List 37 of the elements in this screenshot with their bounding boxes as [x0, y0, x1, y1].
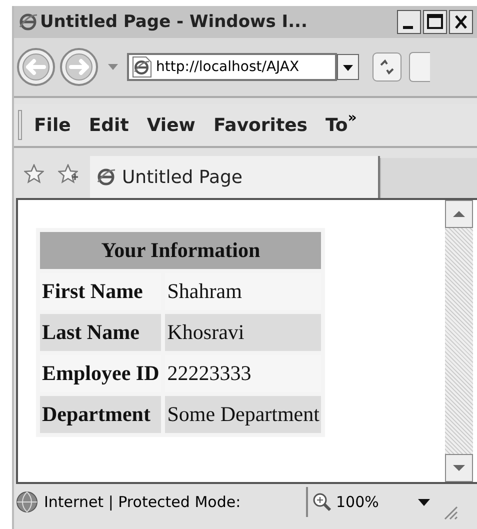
forward-icon[interactable]	[59, 47, 99, 87]
caret-icon	[418, 498, 430, 506]
field-value: Khosravi	[165, 314, 322, 351]
browser-logo-icon	[96, 167, 116, 187]
maximize-icon[interactable]	[423, 10, 447, 34]
zoom-control[interactable]: 100%	[312, 492, 438, 512]
globe-icon	[16, 491, 38, 513]
vertical-scrollbar[interactable]	[445, 200, 473, 482]
window-title: Untitled Page - Windows I...	[40, 12, 308, 32]
table-heading: Your Information	[40, 232, 322, 269]
refresh-icon[interactable]	[372, 52, 402, 82]
address-field[interactable]: http://localhost/AJAX	[127, 53, 337, 81]
menu-item[interactable]: View	[146, 114, 196, 136]
menu-item[interactable]: Favorites	[213, 114, 308, 136]
menu-item[interactable]: File	[34, 114, 71, 136]
menu-item[interactable]: To	[326, 114, 348, 136]
favorites-star-icon[interactable]	[24, 164, 44, 184]
more-menu-button[interactable]: »	[348, 110, 357, 126]
dropdown-icon[interactable]	[337, 54, 359, 80]
field-label: Last Name	[40, 314, 162, 351]
browser-tab[interactable]: Untitled Page	[90, 156, 380, 198]
menu-item[interactable]: Edit	[88, 114, 129, 136]
page-icon	[132, 56, 152, 78]
resize-grip-icon[interactable]	[442, 504, 458, 520]
close-icon[interactable]	[449, 10, 473, 34]
scroll-up-icon[interactable]	[445, 200, 473, 228]
toolbar-button[interactable]	[409, 52, 430, 82]
zoom-icon	[312, 492, 332, 512]
security-zone[interactable]: Internet | Protected Mode:	[16, 487, 308, 517]
add-favorite-star-icon[interactable]	[58, 164, 78, 184]
minimize-icon[interactable]	[397, 10, 421, 34]
scroll-down-icon[interactable]	[445, 454, 473, 482]
browser-logo-icon	[18, 12, 38, 32]
dropdown-caret-icon[interactable]	[108, 64, 118, 70]
back-icon[interactable]	[16, 47, 56, 87]
field-value: Some Department	[165, 396, 322, 433]
field-label: Department	[40, 396, 162, 433]
